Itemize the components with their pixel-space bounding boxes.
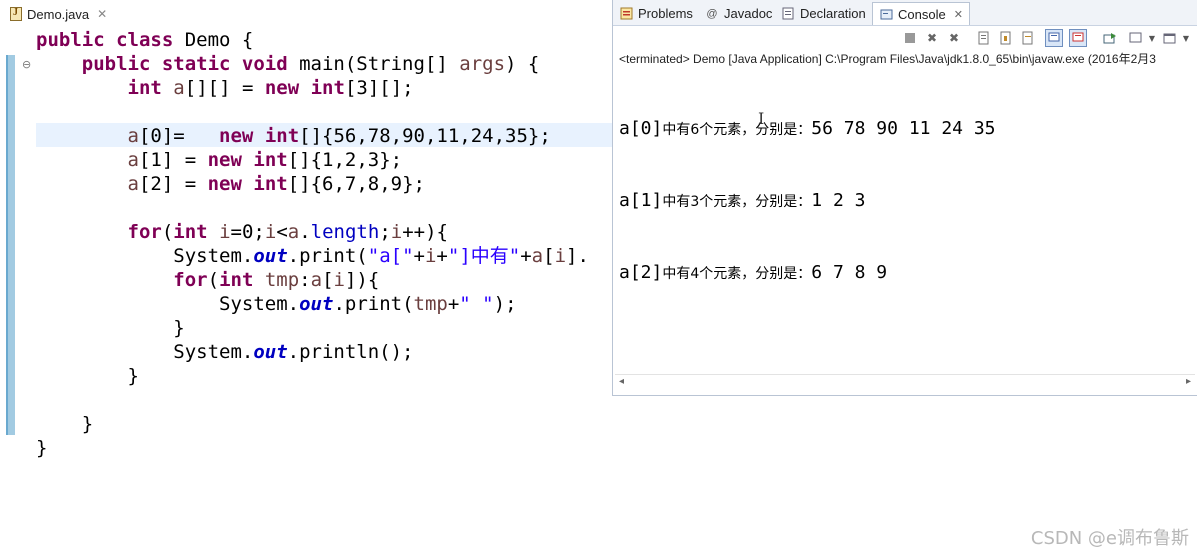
output-line: a[1]中有3个元素，分别是：1 2 3 xyxy=(619,190,866,211)
terminate-icon[interactable] xyxy=(901,29,919,47)
remove-launch-icon[interactable]: ✖ xyxy=(923,29,941,47)
code-line: public class Demo { xyxy=(36,29,254,51)
output-line: a[0]中有6个元素，分别是：56 78 90 11 24 35 xyxy=(619,118,996,139)
change-ruler xyxy=(6,55,15,435)
code-line: public static void main(String[] args) { xyxy=(81,53,540,75)
scroll-lock-icon[interactable] xyxy=(997,29,1015,47)
remove-all-launches-icon[interactable]: ✖ xyxy=(945,29,963,47)
output-line: a[2]中有4个元素，分别是：6 7 8 9 xyxy=(619,262,888,283)
word-wrap-icon[interactable] xyxy=(1019,29,1037,47)
close-icon[interactable]: ✕ xyxy=(954,8,963,21)
java-file-icon xyxy=(10,7,22,21)
fold-collapse-icon[interactable]: ⊖ xyxy=(22,58,31,71)
code-line: a[1] = new int[]{1,2,3}; xyxy=(127,149,403,171)
declaration-icon xyxy=(781,7,795,21)
tab-label: Console xyxy=(898,6,946,22)
code-line: System.out.print("a["+i+"]中有"+a[i]. xyxy=(36,245,589,267)
code-line: a[0]= new int[]{56,78,90,11,24,35}; xyxy=(127,125,551,147)
chevron-down-icon[interactable]: ▼ xyxy=(1143,29,1161,47)
console-output[interactable]: a[0]中有6个元素，分别是：56 78 90 11 24 35 a[1]中有3… xyxy=(619,69,996,333)
text-cursor-icon: I xyxy=(758,109,765,128)
tab-declaration[interactable]: Declaration xyxy=(781,2,866,25)
code-line: } xyxy=(36,437,48,459)
editor-tab-bar: Demo.java ✕ xyxy=(0,0,612,26)
javadoc-icon: @ xyxy=(706,7,718,20)
show-on-stdout-icon[interactable] xyxy=(1045,29,1063,47)
code-line: System.out.println(); xyxy=(36,341,414,363)
view-tab-bar: Problems @ Javadoc Declaration Console ✕ xyxy=(613,0,1197,26)
console-view: Problems @ Javadoc Declaration Console ✕… xyxy=(612,0,1197,396)
console-icon xyxy=(879,7,893,21)
tab-problems[interactable]: Problems xyxy=(619,2,693,25)
code-line: for(int tmp:a[i]){ xyxy=(173,269,380,291)
scroll-right-icon[interactable]: ▸ xyxy=(1186,376,1191,387)
code-line: for(int i=0;i<a.length;i++){ xyxy=(127,221,448,243)
tab-label: Javadoc xyxy=(724,6,773,21)
tab-label: Declaration xyxy=(800,6,866,21)
horizontal-scrollbar[interactable]: ◂ ▸ xyxy=(615,374,1195,390)
code-line: System.out.print(tmp+" "); xyxy=(36,293,517,315)
chevron-down-icon[interactable]: ▼ xyxy=(1177,29,1195,47)
clear-console-icon[interactable] xyxy=(975,29,993,47)
code-line: } xyxy=(36,317,185,339)
console-toolbar: ✖ ✖ ▼ ▼ xyxy=(613,27,1197,49)
pin-console-icon[interactable] xyxy=(1101,29,1119,47)
code-line: } xyxy=(36,365,139,387)
code-line: int a[][] = new int[3][]; xyxy=(127,77,414,99)
code-editor[interactable]: Demo.java ✕ ⊖ public class Demo { public… xyxy=(0,0,612,556)
tab-javadoc[interactable]: @ Javadoc xyxy=(705,2,772,25)
tab-console[interactable]: Console ✕ xyxy=(872,2,970,25)
code-line: a[2] = new int[]{6,7,8,9}; xyxy=(127,173,425,195)
editor-tab-demo-java[interactable]: Demo.java ✕ xyxy=(4,3,113,25)
watermark: CSDN @e调布鲁斯 xyxy=(1030,528,1189,549)
show-on-stderr-icon[interactable] xyxy=(1069,29,1087,47)
scroll-left-icon[interactable]: ◂ xyxy=(619,376,624,387)
tab-label: Problems xyxy=(638,6,693,21)
process-status: <terminated> Demo [Java Application] C:\… xyxy=(619,52,1156,66)
code-text[interactable]: public class Demo { public static void m… xyxy=(36,28,589,460)
code-line: } xyxy=(36,413,94,435)
close-icon[interactable]: ✕ xyxy=(97,7,107,21)
problems-icon xyxy=(619,7,633,21)
editor-tab-label: Demo.java xyxy=(27,6,90,22)
